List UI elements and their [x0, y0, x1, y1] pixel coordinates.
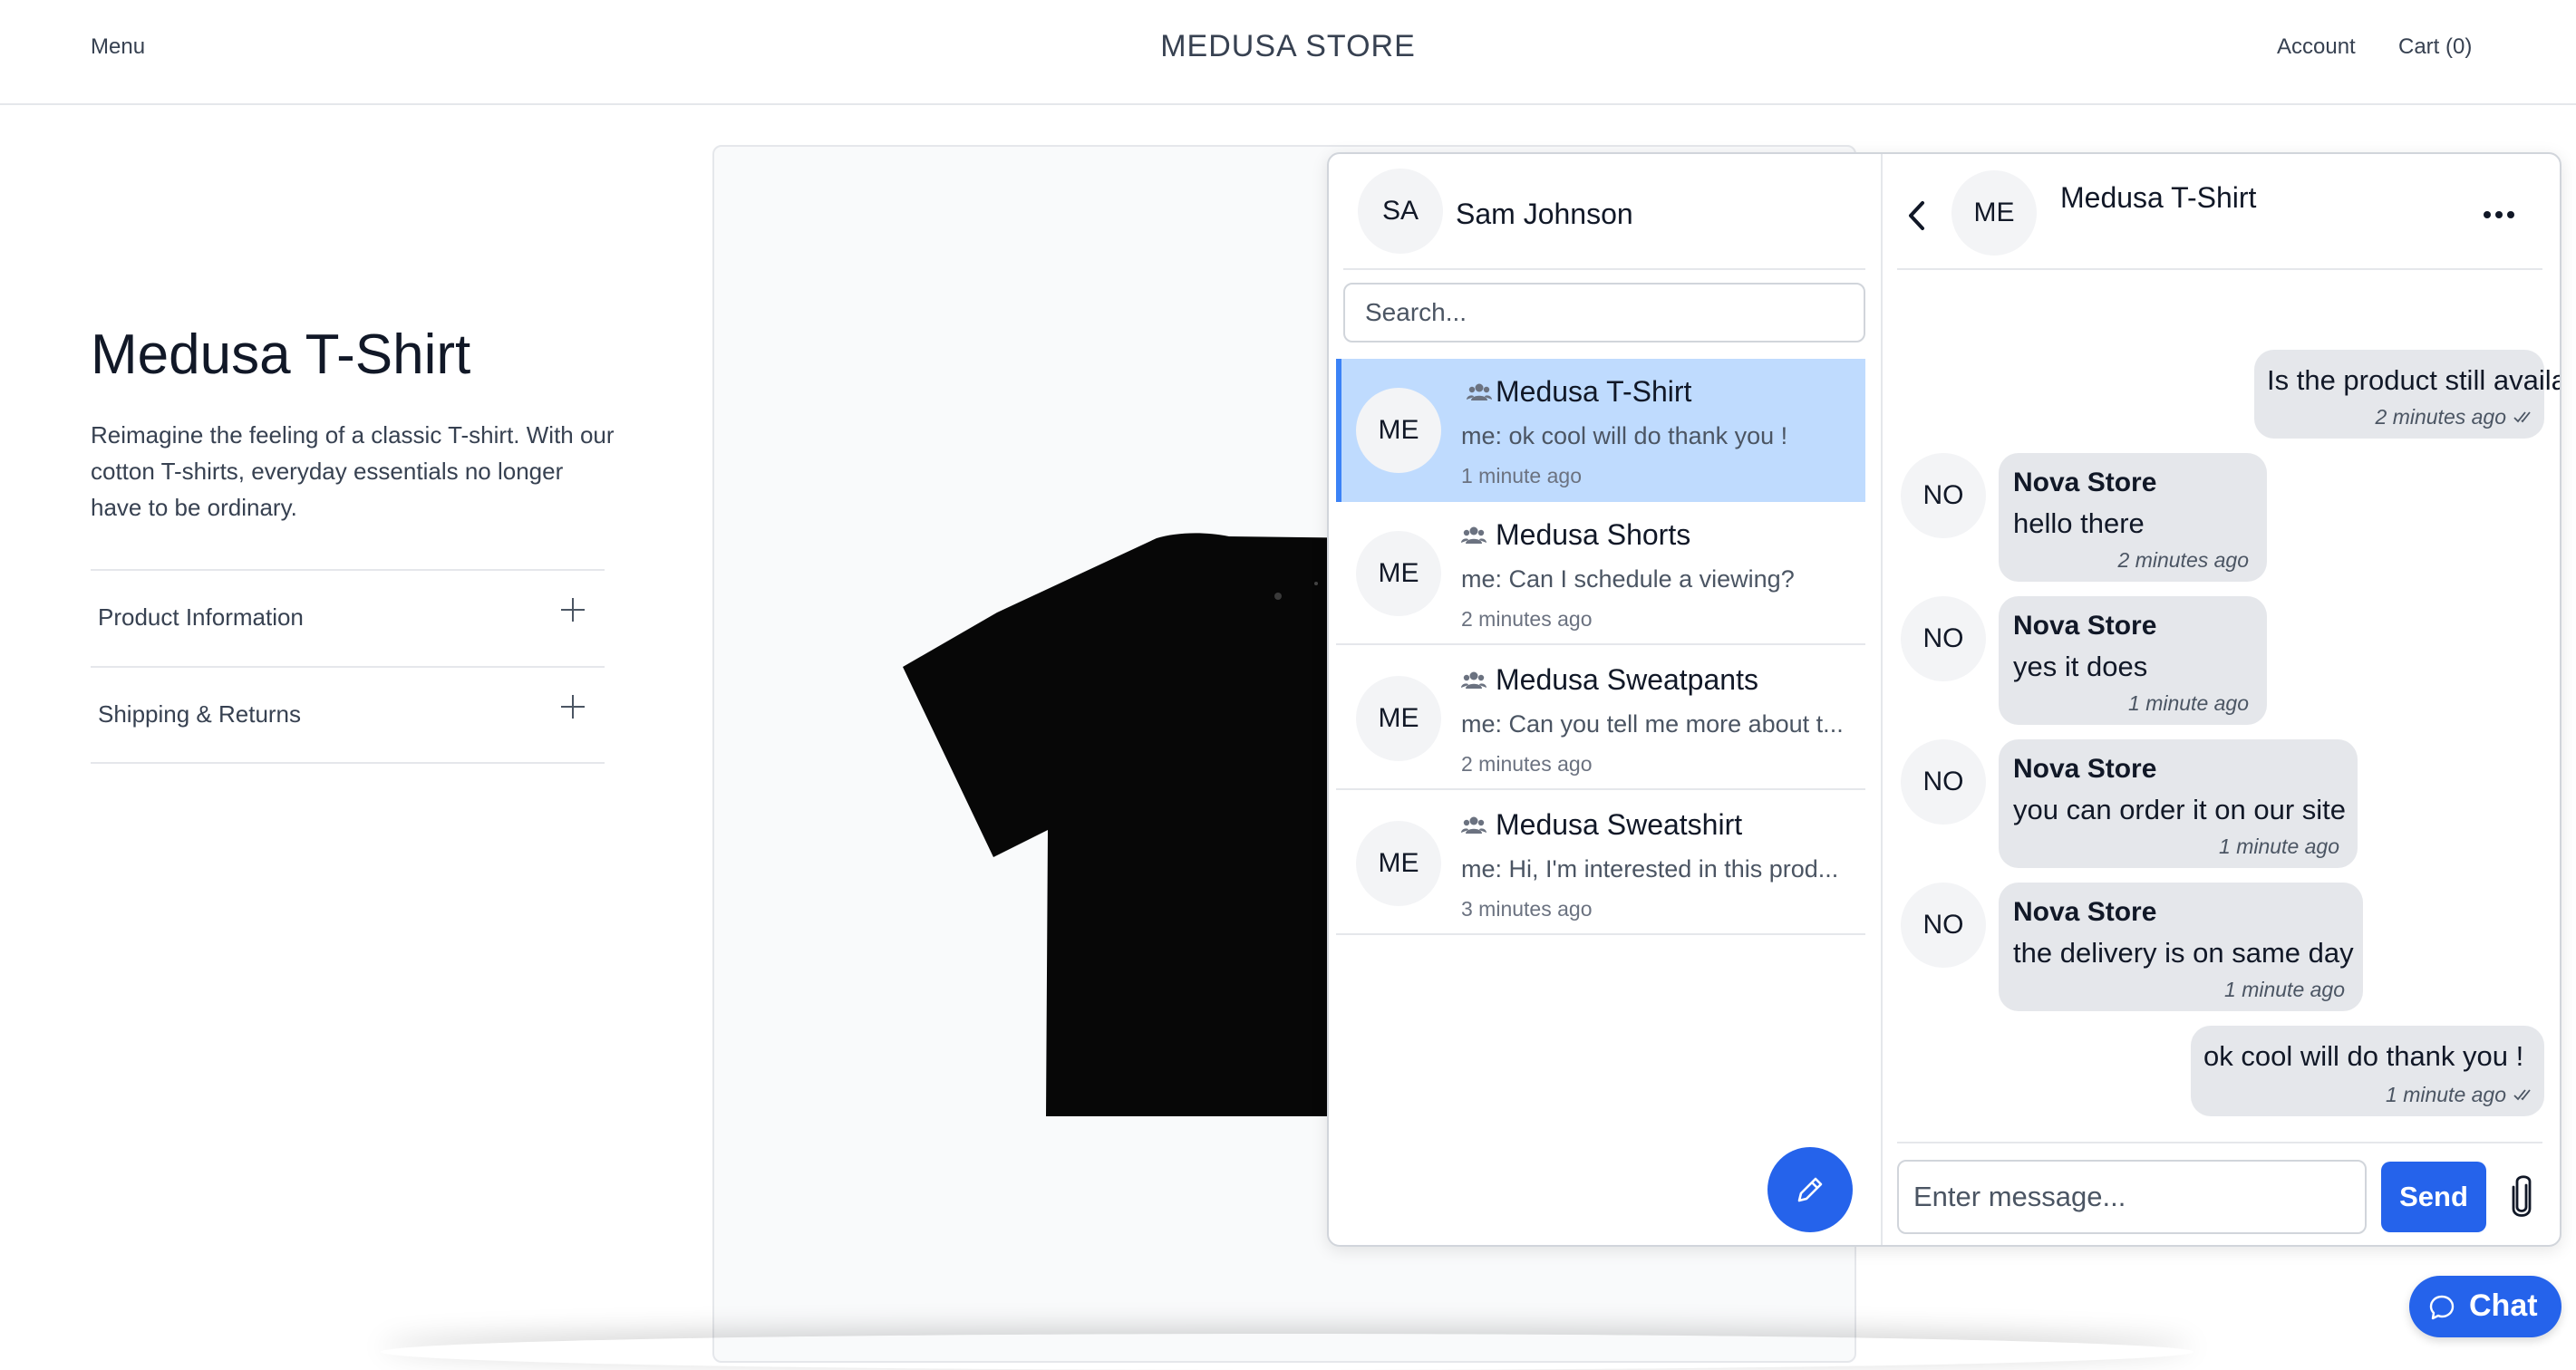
conversation-time: 3 minutes ago	[1461, 897, 1593, 921]
read-receipt-icon	[2513, 411, 2531, 423]
chat-widget: SA Sam Johnson ME Medusa T-Shirt me: ok …	[1327, 152, 2561, 1247]
message-time: 2 minutes ago	[2375, 405, 2506, 429]
conversation-title: Medusa Shorts	[1496, 518, 1691, 551]
conversation-avatar: ME	[1356, 821, 1441, 906]
back-arrow-icon[interactable]	[1903, 198, 1930, 234]
paperclip-icon[interactable]	[2508, 1172, 2535, 1220]
incoming-message: Nova Store you can order it on our site …	[1999, 739, 2358, 868]
conversation-preview: me: ok cool will do thank you !	[1461, 422, 1788, 449]
conversation-time: 1 minute ago	[1461, 464, 1582, 487]
conversation-item[interactable]: ME Medusa T-Shirt me: ok cool will do th…	[1336, 359, 1865, 502]
message-text: Is the product still available?	[2267, 364, 2560, 396]
outgoing-message: ok cool will do thank you ! 1 minute ago	[2191, 1026, 2544, 1116]
conversation-preview: me: Can you tell me more about t...	[1461, 710, 1844, 738]
message-text: the delivery is on same day	[2013, 937, 2354, 969]
accordion-shipping-returns[interactable]: Shipping & Returns	[91, 666, 605, 764]
sender-avatar: NO	[1901, 739, 1986, 825]
more-options-icon[interactable]	[2481, 208, 2517, 221]
product-description: Reimagine the feeling of a classic T-shi…	[91, 421, 615, 521]
cart-link[interactable]: Cart (0)	[2398, 34, 2472, 60]
message-time: 1 minute ago	[2128, 691, 2249, 715]
message-sender: Nova Store	[2013, 468, 2157, 497]
conversation-list-pane: SA Sam Johnson ME Medusa T-Shirt me: ok …	[1329, 154, 1883, 1245]
user-avatar: SA	[1358, 169, 1443, 254]
accordion-label: Shipping & Returns	[98, 700, 302, 728]
message-text: yes it does	[2013, 651, 2148, 682]
sender-avatar: NO	[1901, 596, 1986, 681]
product-title: Medusa T-Shirt	[91, 323, 471, 386]
conversation-item[interactable]: ME Medusa Sweatshirt me: Hi, I'm interes…	[1336, 792, 1865, 935]
message-time: 1 minute ago	[2219, 835, 2339, 858]
sender-avatar: NO	[1901, 883, 1986, 968]
message-sender: Nova Store	[2013, 754, 2157, 784]
conversation-item[interactable]: ME Medusa Shorts me: Can I schedule a vi…	[1336, 502, 1865, 645]
chat-launcher-label: Chat	[2469, 1288, 2538, 1323]
chat-launcher-button[interactable]: Chat	[2409, 1276, 2561, 1337]
conversation-avatar: ME	[1356, 388, 1441, 473]
plus-icon	[561, 598, 585, 622]
bottom-shadow	[381, 1334, 2193, 1370]
accordion-label: Product Information	[98, 603, 304, 631]
conversation-avatar: ME	[1356, 531, 1441, 616]
thread-avatar: ME	[1951, 170, 2037, 256]
message-sender: Nova Store	[2013, 897, 2157, 927]
user-name: Sam Johnson	[1456, 198, 1633, 230]
search-input[interactable]	[1343, 283, 1865, 342]
group-icon	[1467, 383, 1492, 400]
divider	[1897, 268, 2542, 270]
accordion-product-information[interactable]: Product Information	[91, 569, 605, 667]
message-time: 1 minute ago	[2224, 978, 2345, 1001]
conversation-preview: me: Hi, I'm interested in this prod...	[1461, 855, 1839, 883]
new-conversation-button[interactable]	[1767, 1147, 1853, 1232]
divider	[91, 762, 605, 764]
pencil-icon	[1797, 1177, 1823, 1202]
group-icon	[1461, 671, 1487, 689]
conversation-item[interactable]: ME Medusa Sweatpants me: Can you tell me…	[1336, 647, 1865, 790]
divider	[1343, 268, 1865, 270]
divider	[1897, 1142, 2542, 1143]
group-icon	[1461, 816, 1487, 834]
send-button[interactable]: Send	[2381, 1162, 2486, 1232]
conversation-title: Medusa Sweatshirt	[1496, 808, 1743, 841]
tshirt-image	[903, 533, 1374, 1116]
conversation-time: 2 minutes ago	[1461, 607, 1593, 631]
conversation-title: Medusa T-Shirt	[1496, 375, 1692, 408]
incoming-message: Nova Store yes it does 1 minute ago	[1999, 596, 2267, 725]
message-time: 2 minutes ago	[2117, 548, 2249, 572]
read-receipt-icon	[2513, 1089, 2531, 1101]
message-text: you can order it on our site	[2013, 794, 2347, 825]
thread-pane: ME Medusa T-Shirt Is the product still a…	[1883, 154, 2560, 1245]
message-sender: Nova Store	[2013, 611, 2157, 641]
incoming-message: Nova Store hello there 2 minutes ago	[1999, 453, 2267, 582]
conversation-time: 2 minutes ago	[1461, 752, 1593, 776]
chat-bubble-icon	[2429, 1295, 2455, 1320]
thread-title: Medusa T-Shirt	[2060, 181, 2257, 214]
store-title[interactable]: MEDUSA STORE	[0, 29, 2576, 64]
conversation-preview: me: Can I schedule a viewing?	[1461, 565, 1795, 593]
sender-avatar: NO	[1901, 453, 1986, 538]
message-text: ok cool will do thank you !	[2203, 1040, 2524, 1072]
group-icon	[1461, 526, 1487, 544]
message-time: 1 minute ago	[2386, 1083, 2506, 1106]
outgoing-message: Is the product still available? 2 minute…	[2254, 350, 2560, 439]
conversation-title: Medusa Sweatpants	[1496, 663, 1758, 696]
account-link[interactable]: Account	[2277, 34, 2356, 60]
site-header: Menu MEDUSA STORE Account Cart (0)	[0, 0, 2576, 105]
plus-icon	[561, 695, 585, 719]
incoming-message: Nova Store the delivery is on same day 1…	[1999, 883, 2363, 1011]
message-text: hello there	[2013, 507, 2145, 539]
conversation-avatar: ME	[1356, 676, 1441, 761]
message-input[interactable]	[1897, 1160, 2367, 1234]
